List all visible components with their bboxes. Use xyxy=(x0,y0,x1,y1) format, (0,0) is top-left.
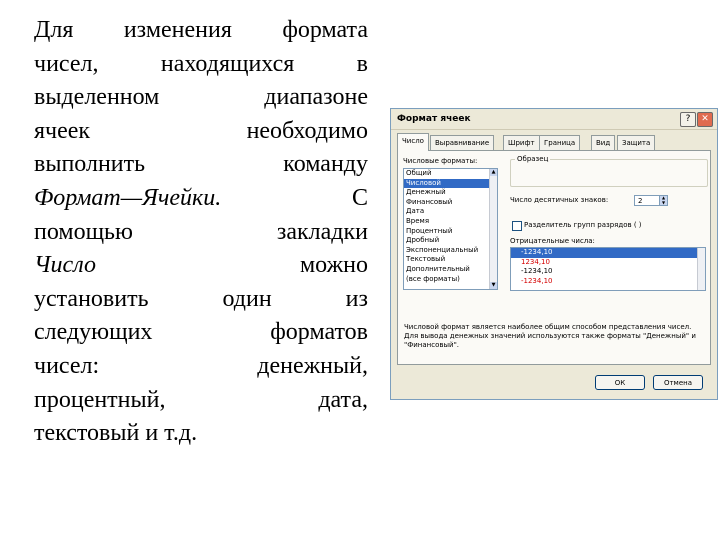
stepper-arrows-icon[interactable]: ▲ ▼ xyxy=(659,195,667,205)
tab-view[interactable]: Вид xyxy=(591,135,616,150)
tab-number[interactable]: Число xyxy=(397,133,429,151)
list-item[interactable]: Дополнительный xyxy=(404,265,497,275)
text-line: чисел: денежный, xyxy=(34,350,368,384)
cancel-button[interactable]: Отмена xyxy=(653,375,703,390)
tab-border[interactable]: Граница xyxy=(539,135,581,150)
negative-scrollbar[interactable] xyxy=(697,248,705,290)
word: выделенном xyxy=(34,84,160,111)
word: ячеек xyxy=(34,117,91,144)
text-line: следующих форматов xyxy=(34,316,368,350)
word: необходимо xyxy=(246,117,368,144)
word: следующих xyxy=(34,319,153,346)
text-line: выделенном диапазоне xyxy=(34,81,368,115)
scroll-up-icon[interactable]: ▲ xyxy=(490,169,497,176)
list-item[interactable]: Дробный xyxy=(404,236,497,246)
word: в xyxy=(356,50,368,77)
text-line: чисел, находящихся в xyxy=(34,48,368,82)
menu-command: Формат—Ячейки. xyxy=(34,184,222,211)
word: закладки xyxy=(276,218,368,245)
formats-listbox[interactable]: Общий Числовой Денежный Финансовый Дата … xyxy=(403,168,498,290)
list-item[interactable]: Денежный xyxy=(404,188,497,198)
word: выполнить xyxy=(34,151,146,178)
word: текстовый и т.д. xyxy=(34,420,198,447)
close-button[interactable]: ✕ xyxy=(697,112,713,127)
decimals-value: 2 xyxy=(638,197,643,205)
formats-label: Числовые форматы: xyxy=(403,157,478,165)
word: формата xyxy=(282,17,368,43)
text-line: процентный, дата, xyxy=(34,384,368,418)
word: С xyxy=(351,184,368,211)
word: из xyxy=(345,285,368,312)
word: команду xyxy=(283,151,368,178)
slide-text: Для изменения формата чисел, находящихся… xyxy=(34,14,368,451)
help-button[interactable]: ? xyxy=(680,112,696,127)
sample-group: Образец xyxy=(510,155,708,187)
list-item[interactable]: Общий xyxy=(404,169,497,179)
tab-name: Число xyxy=(34,252,96,279)
decimals-stepper[interactable]: 2 ▲ ▼ xyxy=(634,195,668,206)
tab-protection[interactable]: Защита xyxy=(617,135,656,150)
list-item[interactable]: Финансовый xyxy=(404,198,497,208)
word: чисел, xyxy=(34,50,99,77)
decimals-label: Число десятичных знаков: xyxy=(510,196,609,204)
tab-font[interactable]: Шрифт xyxy=(503,135,540,150)
list-item[interactable]: Экспоненциальный xyxy=(404,246,497,256)
word: чисел: xyxy=(34,352,100,379)
negative-label: Отрицательные числа: xyxy=(510,237,595,245)
list-item[interactable]: 1234,10 xyxy=(511,258,705,268)
list-item[interactable]: -1234,10 xyxy=(511,277,705,287)
separator-label: Разделитель групп разрядов ( ) xyxy=(524,221,642,229)
list-item[interactable]: Числовой xyxy=(404,178,497,189)
text-line: текстовый и т.д. xyxy=(34,417,368,451)
text-line: ячеек необходимо xyxy=(34,115,368,149)
word: дата, xyxy=(318,386,368,413)
word: находящихся xyxy=(160,50,295,77)
list-item[interactable]: Процентный xyxy=(404,227,497,237)
word: денежный, xyxy=(257,352,368,379)
word: процентный, xyxy=(34,386,166,413)
word: можно xyxy=(299,252,368,279)
sample-label: Образец xyxy=(515,155,551,163)
list-item[interactable]: -1234,10 xyxy=(511,267,705,277)
word: установить xyxy=(34,285,149,312)
format-description: Числовой формат является наиболее общим … xyxy=(404,323,696,349)
word: помощью xyxy=(34,218,133,245)
word: Для xyxy=(34,17,74,43)
word: один xyxy=(222,285,272,312)
text-line: выполнить команду xyxy=(34,148,368,182)
negative-numbers-listbox[interactable]: -1234,10 1234,10 -1234,10 -1234,10 xyxy=(510,247,706,291)
text-line: Для изменения формата xyxy=(34,14,368,48)
list-item[interactable]: -1234,10 xyxy=(511,248,705,258)
text-line: Формат—Ячейки. С xyxy=(34,182,368,216)
separator-checkbox[interactable] xyxy=(512,221,522,231)
ok-button[interactable]: ОК xyxy=(595,375,645,390)
dialog-title: Формат ячеек xyxy=(397,114,471,124)
formats-scrollbar[interactable]: ▲ ▼ xyxy=(489,169,497,289)
format-cells-dialog: Формат ячеек ? ✕ Число Выравнивание Шриф… xyxy=(390,108,718,400)
list-item[interactable]: Текстовый xyxy=(404,255,497,265)
list-item[interactable]: Дата xyxy=(404,207,497,217)
tab-alignment[interactable]: Выравнивание xyxy=(430,135,495,150)
scroll-down-icon[interactable]: ▼ xyxy=(490,282,497,289)
list-item[interactable]: Время xyxy=(404,217,497,227)
dialog-titlebar: Формат ячеек ? ✕ xyxy=(391,109,717,130)
text-line: помощью закладки xyxy=(34,216,368,250)
word: изменения xyxy=(123,17,232,43)
text-line: установить один из xyxy=(34,283,368,317)
tab-panel-number: Числовые форматы: Общий Числовой Денежны… xyxy=(397,150,711,365)
list-item[interactable]: (все форматы) xyxy=(404,275,497,285)
word: диапазоне xyxy=(264,84,368,111)
text-line: Число можно xyxy=(34,249,368,283)
word: форматов xyxy=(270,319,368,346)
